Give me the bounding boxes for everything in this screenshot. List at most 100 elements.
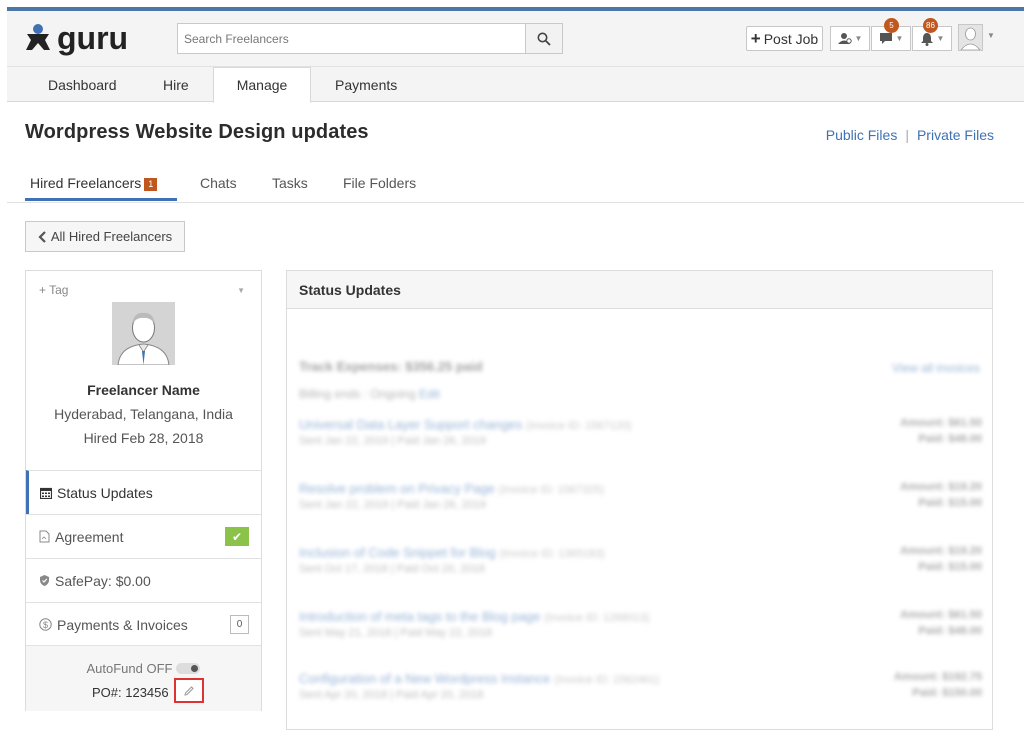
messages-button[interactable]: ▼ 5 <box>871 18 911 51</box>
invoice-title[interactable]: Inclusion of Code Snippet for Blog <box>299 545 496 560</box>
invoice-item[interactable]: Configuration of a New Wordpress Instanc… <box>299 671 982 707</box>
autofund-row: AutoFund OFF <box>26 661 261 676</box>
autofund-section: AutoFund OFF PO#: 123456 <box>26 645 261 711</box>
invoice-title[interactable]: Resolve problem on Privacy Page <box>299 481 495 496</box>
page-title: Wordpress Website Design updates <box>25 121 369 143</box>
chat-bubble-icon <box>879 33 892 44</box>
bell-icon <box>920 32 933 46</box>
user-avatar[interactable] <box>958 24 983 51</box>
search-input[interactable] <box>178 24 525 53</box>
invoice-amount: Amount: $19.20 <box>900 481 982 493</box>
avatar-placeholder-icon <box>959 25 982 50</box>
invoice-dates: Sent Jan 22, 2019 | Paid Jan 26, 2019 <box>299 499 486 511</box>
freelancer-location: Hyderabad, Telangana, India <box>54 406 233 422</box>
profile-menu-button[interactable]: ▼ <box>830 26 870 51</box>
all-hired-freelancers-button[interactable]: All Hired Freelancers <box>25 221 185 252</box>
user-settings-icon <box>837 33 852 44</box>
menu-safepay-label: SafePay: $0.00 <box>55 572 151 589</box>
search-box <box>177 23 563 54</box>
active-tab-indicator <box>25 198 177 201</box>
invoice-paid: Paid: $150.00 <box>912 687 982 699</box>
private-files-link[interactable]: Private Files <box>917 127 994 143</box>
chevron-left-icon <box>38 230 46 243</box>
invoice-paid: Paid: $48.00 <box>918 433 982 445</box>
autofund-toggle[interactable] <box>176 663 201 674</box>
po-number: PO#: 123456 <box>92 685 169 700</box>
invoice-amount: Amount: $192.75 <box>893 671 982 683</box>
menu-payments-invoices-label: Payments & Invoices <box>57 616 188 633</box>
invoice-paid: Paid: $48.00 <box>918 625 982 637</box>
nav-hire[interactable]: Hire <box>163 67 189 102</box>
menu-status-updates[interactable]: Status Updates <box>26 470 261 514</box>
nav-manage[interactable]: Manage <box>213 67 311 103</box>
payments-count-badge: 0 <box>230 615 249 634</box>
plus-icon: + <box>750 29 761 48</box>
billing-edit-link[interactable]: Edit <box>419 387 440 401</box>
add-tag-link[interactable]: + Tag <box>39 283 68 297</box>
view-all-invoices-link[interactable]: View all invoices <box>892 361 980 375</box>
invoice-amount: Amount: $61.50 <box>900 609 982 621</box>
avatar-placeholder-icon <box>112 302 175 365</box>
project-tabs: Hired Freelancers 1 Chats Tasks File Fold… <box>7 162 1024 203</box>
chevron-down-icon[interactable]: ▼ <box>987 31 995 40</box>
search-button[interactable] <box>525 24 562 53</box>
invoice-item[interactable]: Universal Data Layer Support changes (Inv… <box>299 417 982 453</box>
tab-file-folders[interactable]: File Folders <box>343 175 416 191</box>
chevron-down-icon: ▼ <box>936 34 945 43</box>
dollar-circle-icon: $ <box>39 618 52 631</box>
invoice-title[interactable]: Universal Data Layer Support changes <box>299 417 522 432</box>
freelancer-name[interactable]: Freelancer Name <box>26 382 261 398</box>
menu-agreement-label: Agreement <box>55 528 124 545</box>
tab-tasks[interactable]: Tasks <box>272 175 308 191</box>
hired-count-badge: 1 <box>144 178 158 191</box>
invoice-title[interactable]: Configuration of a New Wordpress Instanc… <box>299 671 550 686</box>
edit-po-button[interactable] <box>174 678 204 703</box>
chevron-down-icon: ▼ <box>854 34 863 43</box>
invoice-dates: Sent May 21, 2018 | Paid May 22, 2018 <box>299 627 493 639</box>
menu-safepay[interactable]: SafePay: $0.00 <box>26 558 261 602</box>
notifications-button[interactable]: ▼ 86 <box>912 18 952 51</box>
invoice-item[interactable]: Resolve problem on Privacy Page (Invoice … <box>299 481 982 517</box>
invoice-item[interactable]: Introduction of meta tags to the Blog pa… <box>299 609 982 645</box>
freelancer-panel: + Tag ▼ Freelancer Name Hyderabad, Telan… <box>25 270 262 711</box>
expenses-summary: Track Expenses: $356.25 paid <box>299 359 483 374</box>
billing-info: Billing ends : Ongoing Edit <box>299 387 440 401</box>
tab-hired-freelancers[interactable]: Hired Freelancers 1 <box>30 175 158 191</box>
invoice-ref: (Invoice ID: 1567325) <box>498 484 604 496</box>
post-job-label: Post Job <box>763 30 819 47</box>
public-files-link[interactable]: Public Files <box>826 127 898 143</box>
status-updates-heading: Status Updates <box>287 271 992 309</box>
menu-status-updates-label: Status Updates <box>57 484 153 501</box>
post-job-button[interactable]: + Post Job <box>746 26 823 51</box>
invoice-item[interactable]: Inclusion of Code Snippet for Blog (Invoi… <box>299 545 982 581</box>
invoice-ref: (Invoice ID: 1567120) <box>526 420 632 432</box>
tab-chats[interactable]: Chats <box>200 175 237 191</box>
svg-text:$: $ <box>43 620 48 630</box>
menu-agreement[interactable]: Agreement ✔ <box>26 514 261 558</box>
freelancer-hired-date: Hired Feb 28, 2018 <box>83 430 204 446</box>
invoice-title[interactable]: Introduction of meta tags to the Blog pa… <box>299 609 540 624</box>
freelancer-avatar <box>112 302 175 365</box>
file-links: Public Files | Private Files <box>826 127 994 143</box>
search-icon <box>537 32 551 46</box>
nav-dashboard[interactable]: Dashboard <box>48 67 117 102</box>
main-nav: Dashboard Hire Manage Payments <box>7 67 1024 103</box>
invoice-ref: (Invoice ID: 1562461) <box>554 674 660 686</box>
billing-label: Billing ends : Ongoing <box>299 387 416 401</box>
logo-text: guru <box>57 22 128 56</box>
invoice-amount: Amount: $19.20 <box>900 545 982 557</box>
messages-badge: 5 <box>884 18 899 33</box>
nav-payments[interactable]: Payments <box>335 67 397 102</box>
invoice-amount: Amount: $61.50 <box>900 417 982 429</box>
chevron-down-icon[interactable]: ▼ <box>237 286 245 295</box>
link-separator: | <box>905 127 909 143</box>
guru-logo[interactable]: guru <box>25 20 157 56</box>
status-updates-panel: Status Updates Track Expenses: $356.25 p… <box>286 270 993 730</box>
invoice-dates: Sent Jan 22, 2019 | Paid Jan 26, 2019 <box>299 435 486 447</box>
calendar-icon <box>40 487 52 499</box>
menu-payments-invoices[interactable]: $ Payments & Invoices 0 <box>26 602 261 646</box>
chevron-down-icon: ▼ <box>895 34 904 43</box>
autofund-label: AutoFund OFF <box>86 661 173 676</box>
invoice-paid: Paid: $15.00 <box>918 497 982 509</box>
agreement-check-icon: ✔ <box>225 527 249 546</box>
